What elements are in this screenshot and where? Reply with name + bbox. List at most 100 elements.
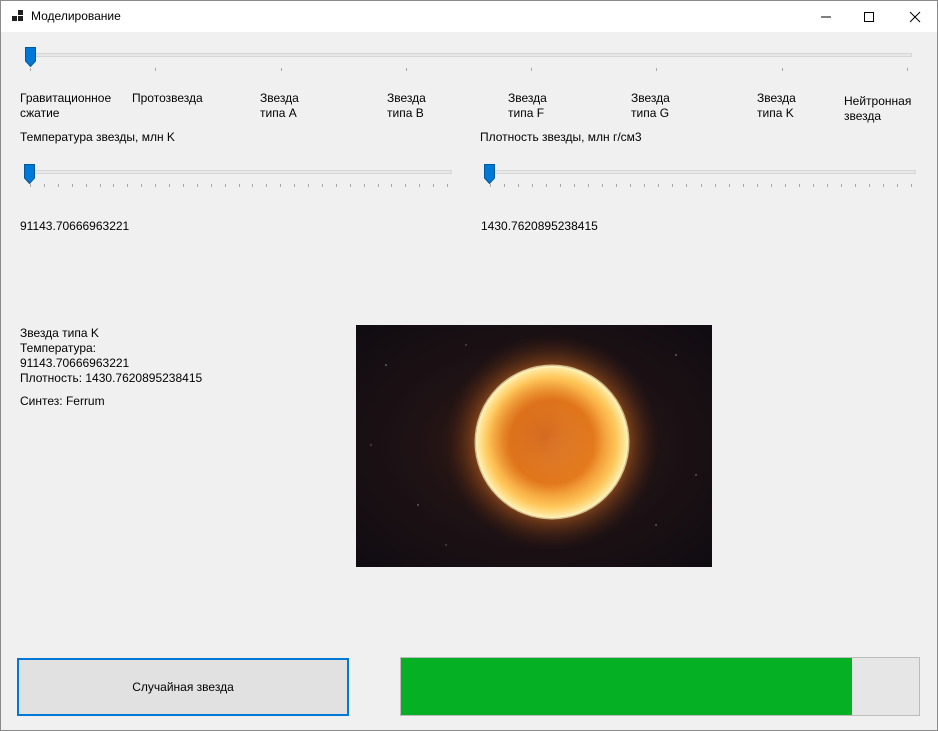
- slider-tick: [656, 68, 657, 71]
- star-type-text: Звезда типа K: [20, 326, 99, 340]
- close-button[interactable]: [892, 1, 938, 32]
- progress-bar: [400, 657, 920, 716]
- maximize-button[interactable]: [846, 1, 892, 32]
- slider-tick: [322, 184, 323, 187]
- stage-label-type-b: Звезда типа B: [387, 91, 426, 120]
- slider-tick: [30, 184, 31, 187]
- slider-tick: [841, 184, 842, 187]
- slider-tick: [911, 184, 912, 187]
- slider-tick: [813, 184, 814, 187]
- slider-tick: [281, 68, 282, 71]
- slider-tick: [308, 184, 309, 187]
- slider-tick: [855, 184, 856, 187]
- slider-tick: [518, 184, 519, 187]
- slider-tick: [532, 184, 533, 187]
- temperature-slider-thumb[interactable]: [24, 164, 35, 184]
- slider-tick: [574, 184, 575, 187]
- slider-tick: [729, 184, 730, 187]
- title-bar: Моделирование: [1, 1, 937, 32]
- slider-tick: [280, 184, 281, 187]
- slider-tick: [266, 184, 267, 187]
- slider-tick: [239, 184, 240, 187]
- slider-tick: [294, 184, 295, 187]
- slider-tick: [336, 184, 337, 187]
- slider-tick: [113, 184, 114, 187]
- maximize-icon: [864, 12, 874, 22]
- slider-tick: [225, 184, 226, 187]
- slider-tick: [588, 184, 589, 187]
- slider-tick: [490, 184, 491, 187]
- temperature-value: 91143.70666963221: [20, 219, 130, 233]
- slider-tick: [155, 184, 156, 187]
- stage-label-protostar: Протозвезда: [132, 91, 203, 105]
- slider-tick: [897, 184, 898, 187]
- slider-tick: [364, 184, 365, 187]
- stage-label-gravitational: Гравитационное сжатие: [20, 91, 112, 120]
- slider-tick: [419, 184, 420, 187]
- slider-tick: [602, 184, 603, 187]
- slider-tick: [44, 184, 45, 187]
- progress-bar-fill: [401, 658, 852, 715]
- window-title: Моделирование: [31, 9, 121, 23]
- slider-tick: [406, 68, 407, 71]
- slider-tick: [100, 184, 101, 187]
- slider-tick: [827, 184, 828, 187]
- slider-tick: [391, 184, 392, 187]
- slider-tick: [782, 68, 783, 71]
- slider-tick: [672, 184, 673, 187]
- slider-tick: [757, 184, 758, 187]
- slider-tick: [799, 184, 800, 187]
- slider-tick: [616, 184, 617, 187]
- density-slider-thumb[interactable]: [484, 164, 495, 184]
- density-caption: Плотность звезды, млн г/см3: [480, 130, 642, 144]
- slider-tick: [504, 184, 505, 187]
- slider-tick: [155, 68, 156, 71]
- slider-tick: [447, 184, 448, 187]
- slider-tick: [771, 184, 772, 187]
- minimize-icon: [821, 16, 831, 18]
- slider-tick: [72, 184, 73, 187]
- star-info: Звезда типа K Температура: 91143.7066696…: [20, 326, 202, 409]
- evolution-slider-thumb[interactable]: [25, 47, 36, 67]
- slider-tick: [907, 68, 908, 71]
- slider-tick: [378, 184, 379, 187]
- slider-tick: [785, 184, 786, 187]
- slider-tick: [743, 184, 744, 187]
- slider-tick: [141, 184, 142, 187]
- synthesis-info: Синтез: Ferrum: [20, 394, 105, 408]
- app-icon: [12, 10, 24, 22]
- slider-tick: [211, 184, 212, 187]
- density-value: 1430.7620895238415: [481, 219, 598, 233]
- temperature-caption: Температура звезды, млн K: [20, 130, 175, 144]
- stage-label-type-f: Звезда типа F: [508, 91, 547, 120]
- slider-tick: [127, 184, 128, 187]
- stage-label-type-g: Звезда типа G: [631, 91, 670, 120]
- slider-tick: [560, 184, 561, 187]
- temperature-slider-track[interactable]: [25, 170, 452, 174]
- slider-tick: [869, 184, 870, 187]
- stage-label-type-k: Звезда типа K: [757, 91, 796, 120]
- density-info: Плотность: 1430.7620895238415: [20, 371, 203, 385]
- slider-tick: [86, 184, 87, 187]
- evolution-slider-track[interactable]: [30, 53, 912, 57]
- slider-tick: [531, 68, 532, 71]
- random-star-button[interactable]: Случайная звезда: [17, 658, 349, 716]
- stage-label-type-a: Звезда типа A: [260, 91, 299, 120]
- close-icon: [909, 11, 921, 23]
- stage-label-neutron: Нейтронная звезда: [844, 94, 912, 123]
- random-star-button-label: Случайная звезда: [132, 680, 234, 694]
- star-image: [356, 325, 712, 567]
- slider-tick: [197, 184, 198, 187]
- minimize-button[interactable]: [803, 1, 849, 32]
- slider-tick: [658, 184, 659, 187]
- slider-tick: [169, 184, 170, 187]
- slider-tick: [58, 184, 59, 187]
- density-slider-track[interactable]: [485, 170, 916, 174]
- slider-tick: [405, 184, 406, 187]
- slider-tick: [686, 184, 687, 187]
- slider-tick: [883, 184, 884, 187]
- slider-tick: [701, 184, 702, 187]
- slider-tick: [183, 184, 184, 187]
- slider-tick: [546, 184, 547, 187]
- slider-tick: [30, 68, 31, 71]
